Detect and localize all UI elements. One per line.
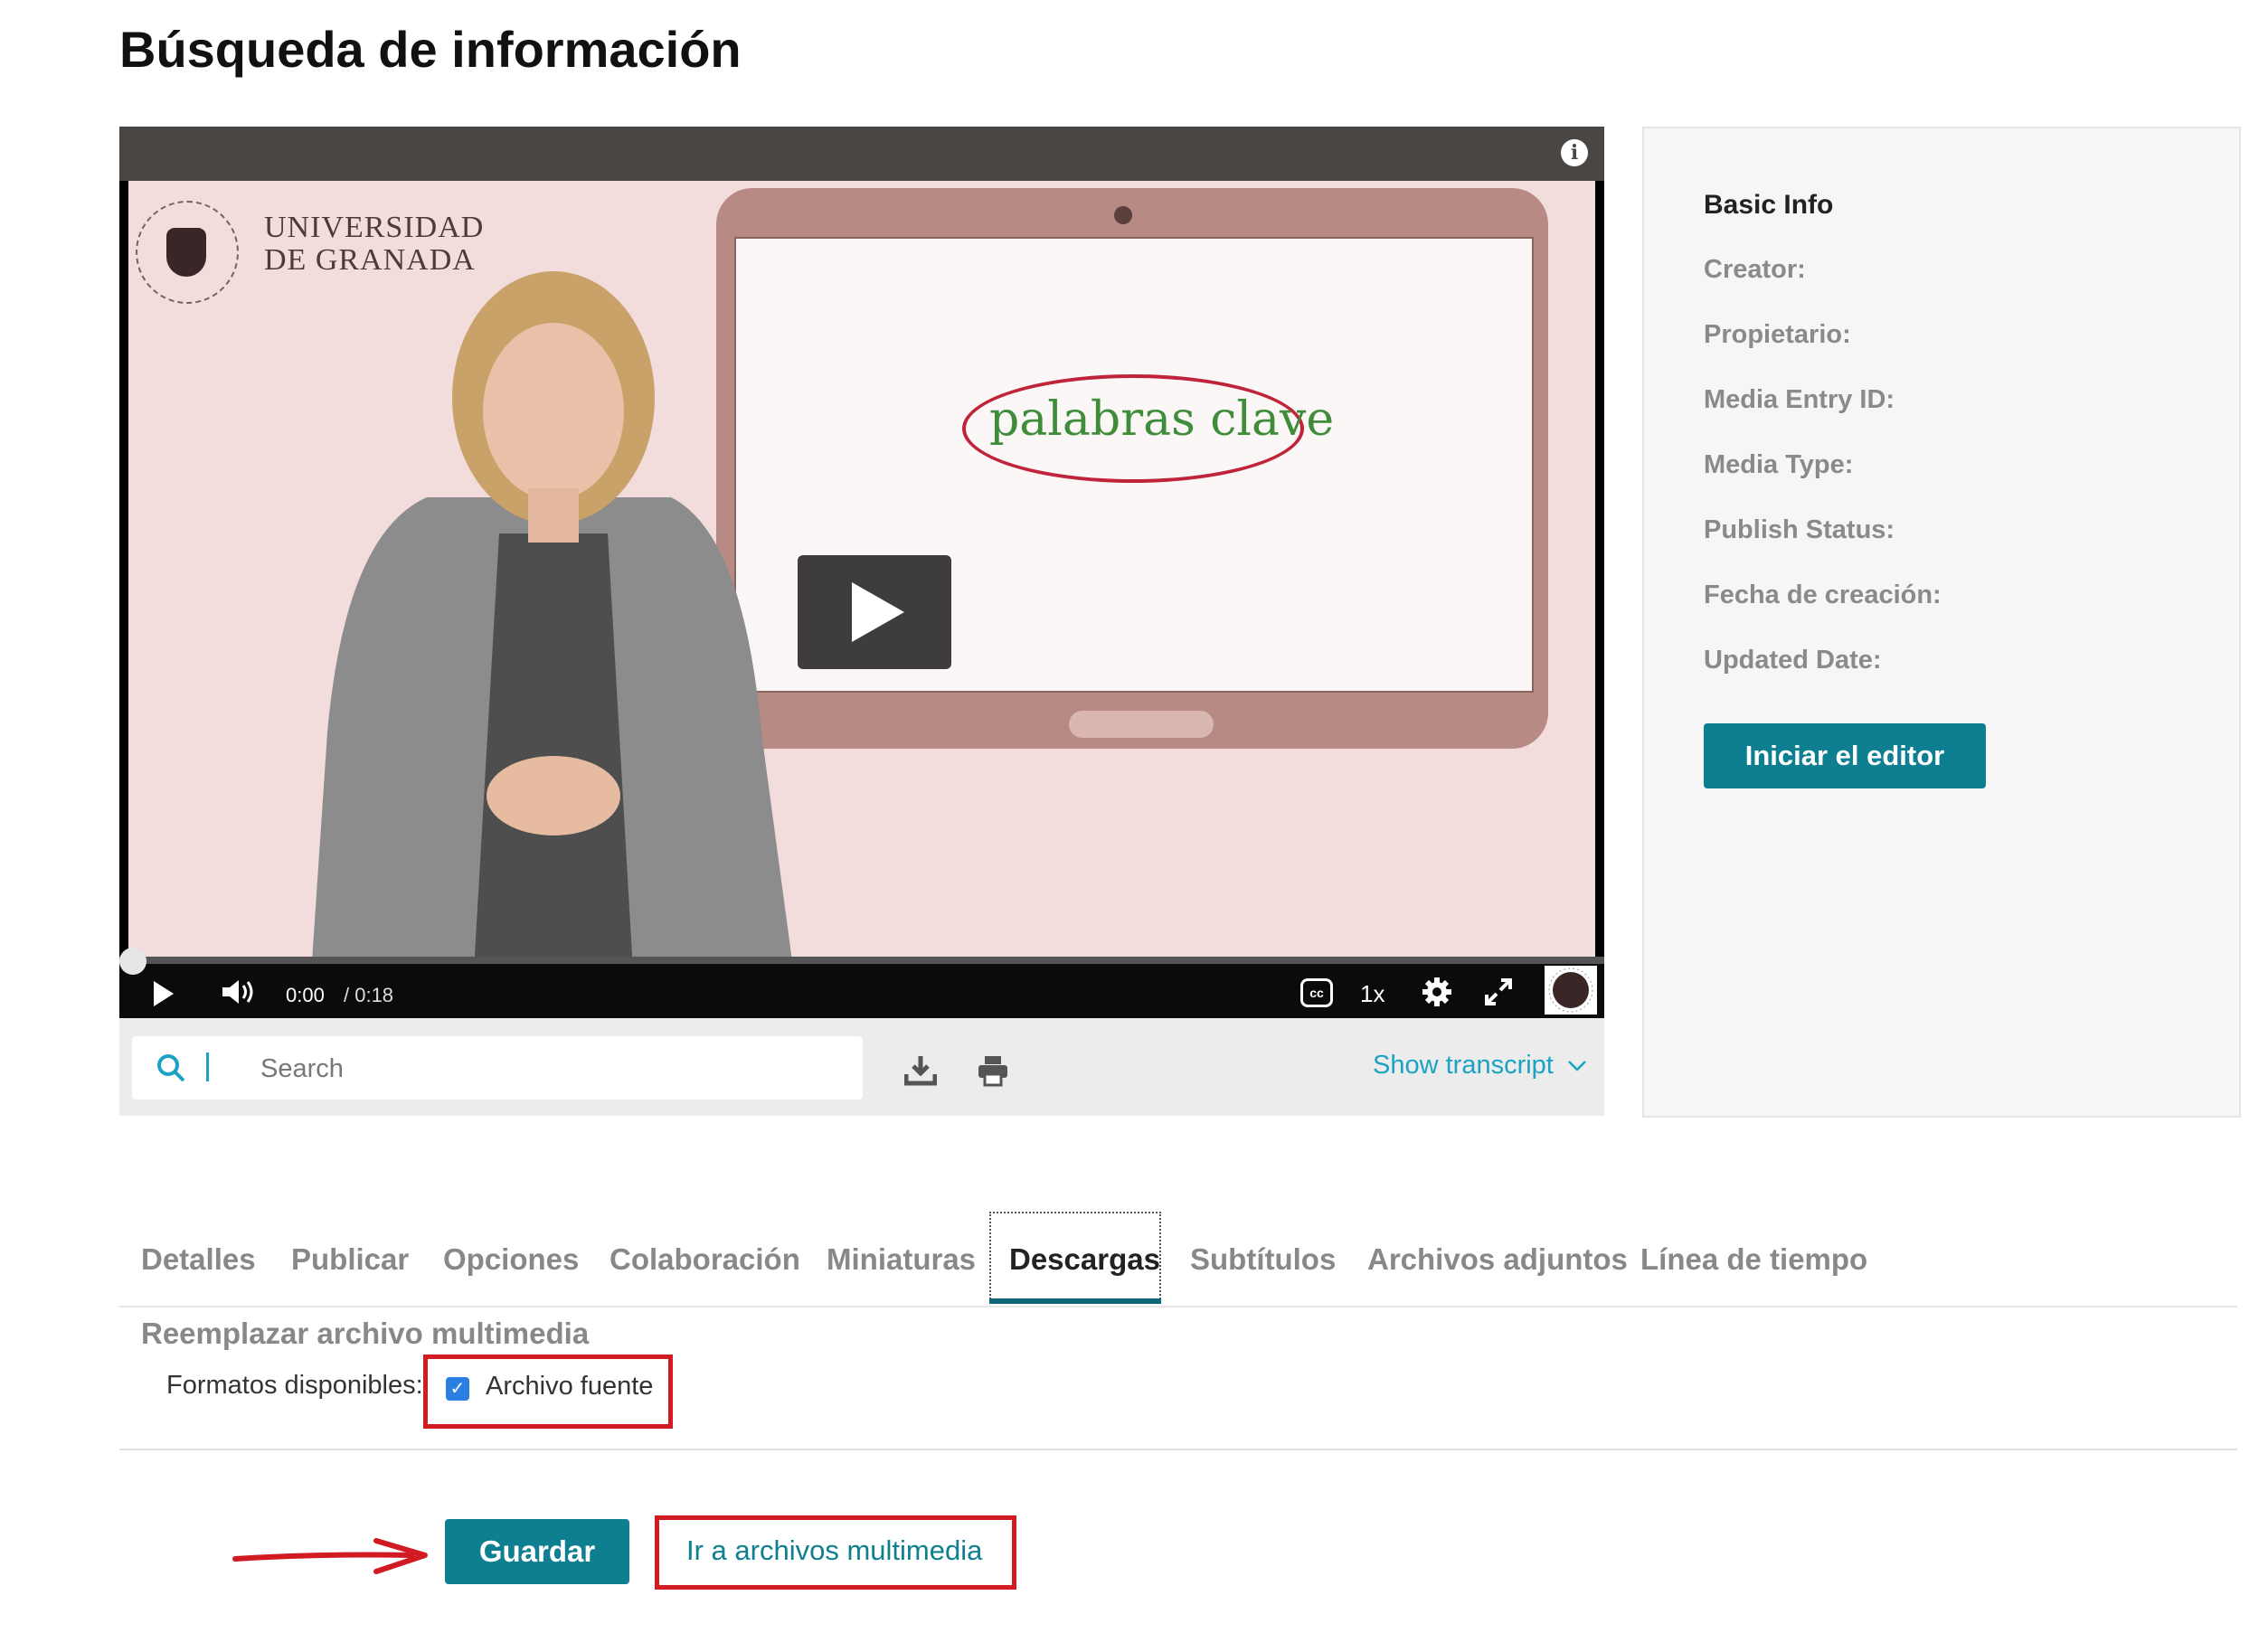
search-input[interactable] xyxy=(259,1045,841,1092)
progress-bar[interactable] xyxy=(119,957,1604,964)
info-label-entry-id: Media Entry ID: xyxy=(1704,385,1895,414)
tablet-home-button xyxy=(1069,711,1214,738)
volume-icon[interactable] xyxy=(221,977,257,1007)
tab-publish[interactable]: Publicar xyxy=(291,1242,409,1277)
playback-speed[interactable]: 1x xyxy=(1360,980,1384,1008)
print-icon[interactable] xyxy=(977,1054,1009,1087)
fullscreen-icon[interactable] xyxy=(1483,977,1514,1007)
video-topbar xyxy=(119,127,1604,181)
entry-tabs: Detalles Publicar Opciones Colaboración … xyxy=(119,1212,2237,1306)
show-transcript-link[interactable]: Show transcript xyxy=(1373,1051,1554,1081)
university-crest-icon xyxy=(1545,966,1597,1015)
tab-attachments[interactable]: Archivos adjuntos xyxy=(1367,1242,1628,1277)
info-label-owner: Propietario: xyxy=(1704,320,1851,349)
active-tab-underline xyxy=(989,1298,1161,1304)
search-icon[interactable] xyxy=(156,1052,186,1083)
slide-text: palabras clave xyxy=(989,392,1335,447)
info-label-created-date: Fecha de creación: xyxy=(1704,581,1942,609)
tab-captions[interactable]: Subtítulos xyxy=(1190,1242,1336,1277)
transcript-search[interactable] xyxy=(132,1036,863,1100)
tab-timeline[interactable]: Línea de tiempo xyxy=(1640,1242,1867,1277)
gear-icon[interactable] xyxy=(1422,977,1452,1007)
tablet-camera xyxy=(1114,206,1132,224)
time-current: 0:00 xyxy=(286,984,325,1006)
university-seal-icon xyxy=(136,201,239,304)
source-file-checkbox[interactable]: ✓ xyxy=(446,1377,469,1401)
tab-collaboration[interactable]: Colaboración xyxy=(610,1242,800,1277)
info-label-creator: Creator: xyxy=(1704,255,1806,284)
go-to-media-link[interactable]: Ir a archivos multimedia xyxy=(686,1534,982,1567)
highlight-box-media-link: Ir a archivos multimedia xyxy=(655,1515,1016,1590)
info-icon[interactable]: i xyxy=(1561,139,1588,166)
video-player[interactable]: i UNIVERSIDAD DE GRANADA palabras clave xyxy=(119,127,1604,1018)
cc-icon[interactable]: cc xyxy=(1300,978,1333,1007)
progress-handle[interactable] xyxy=(119,948,146,975)
chevron-down-icon[interactable] xyxy=(1566,1054,1588,1076)
tab-details[interactable]: Detalles xyxy=(141,1242,256,1277)
launch-editor-button[interactable]: Iniciar el editor xyxy=(1704,723,1986,788)
tabs-divider xyxy=(119,1306,2237,1307)
tab-thumbnails[interactable]: Miniaturas xyxy=(827,1242,976,1277)
section-divider xyxy=(119,1449,2237,1450)
tab-downloads[interactable]: Descargas xyxy=(1009,1242,1160,1277)
transcript-toolbar: Show transcript xyxy=(119,1018,1604,1116)
logo-line-1: UNIVERSIDAD xyxy=(264,211,485,244)
basic-info-panel: Basic Info Creator: Propietario: Media E… xyxy=(1642,127,2241,1118)
section-title[interactable]: Reemplazar archivo multimedia xyxy=(141,1317,589,1351)
big-play-button[interactable] xyxy=(798,555,951,669)
arrow-icon xyxy=(232,1538,428,1574)
source-file-label[interactable]: Archivo fuente xyxy=(486,1372,653,1402)
tab-options[interactable]: Opciones xyxy=(443,1242,579,1277)
info-label-media-type: Media Type: xyxy=(1704,450,1854,479)
download-icon[interactable] xyxy=(904,1054,937,1087)
highlight-box-source-format: ✓ Archivo fuente xyxy=(423,1355,673,1429)
info-label-publish-status: Publish Status: xyxy=(1704,515,1895,544)
text-cursor xyxy=(206,1052,209,1081)
save-button[interactable]: Guardar xyxy=(445,1519,629,1584)
info-label-updated-date: Updated Date: xyxy=(1704,646,1882,675)
play-icon[interactable] xyxy=(154,981,174,1006)
basic-info-title: Basic Info xyxy=(1704,190,1834,220)
time-total: / 0:18 xyxy=(344,984,394,1006)
page-title: Búsqueda de información xyxy=(119,21,742,78)
presenter-figure xyxy=(309,271,798,1002)
formats-label: Formatos disponibles: xyxy=(166,1371,423,1400)
